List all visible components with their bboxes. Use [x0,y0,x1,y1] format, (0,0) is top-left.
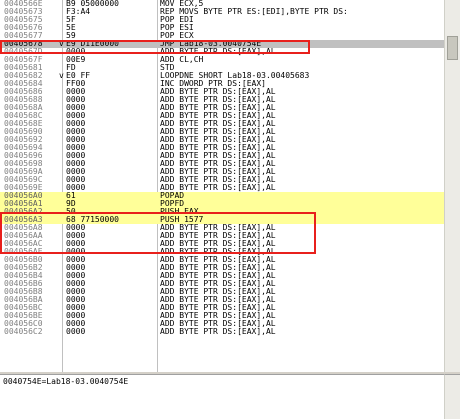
disasm-row[interactable]: 004056C2 0000 ADD BYTE PTR DS:[EAX],AL [0,328,444,336]
disassembly-pane[interactable]: 0040566E B9 05000000 MOV ECX,5 00405673 F3:A… [0,0,444,372]
hex-dump-cell: 0000 [66,327,86,336]
info-pane-scrollbar[interactable] [444,374,460,419]
jmp-annotation-box [0,40,310,54]
vertical-scrollbar[interactable] [444,0,460,372]
jump-marker: v [59,71,64,80]
popad-annotation-box [0,212,316,254]
info-pane: 0040754E=Lab18-03.0040754E [0,374,444,419]
info-pane-text: 0040754E=Lab18-03.0040754E [3,377,129,386]
scrollbar-thumb[interactable] [447,36,458,60]
disassembly-cell: ADD BYTE PTR DS:[EAX],AL [160,327,276,336]
address-cell: 004056C2 [4,327,43,336]
